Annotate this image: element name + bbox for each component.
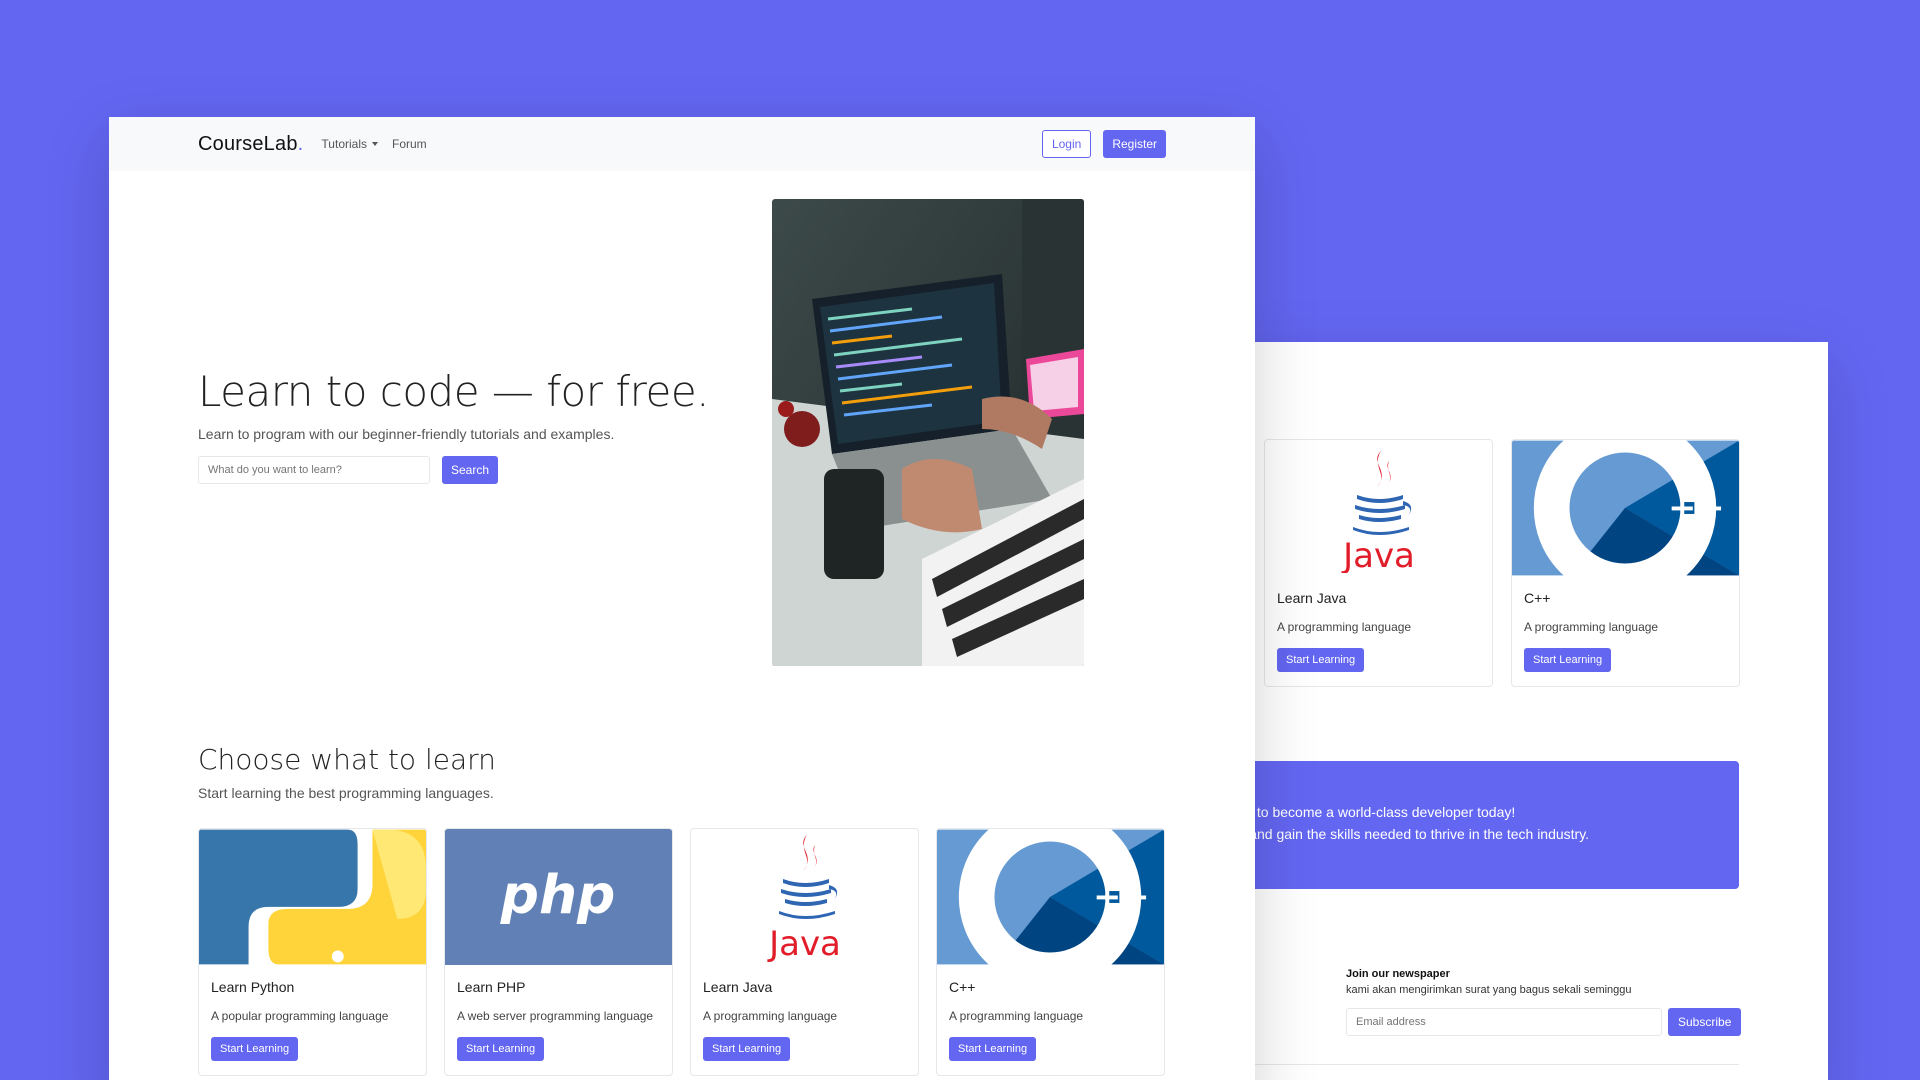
cpp-logo: ++: [1512, 440, 1739, 576]
card-description: A programming language: [1524, 620, 1659, 634]
brand-dot: .: [297, 132, 304, 155]
newsletter-title: Join our newspaper: [1346, 968, 1450, 980]
course-card-cpp: ++ C++ A programming language Start Lear…: [936, 828, 1165, 1076]
brand-name: CourseLab: [198, 132, 298, 155]
footer-divider: [1230, 1064, 1739, 1065]
java-logo: Java: [691, 829, 918, 965]
php-logo: php: [445, 829, 672, 965]
course-card-java: Java Learn Java A programming language S…: [690, 828, 919, 1076]
start-learning-button[interactable]: Start Learning: [703, 1037, 791, 1061]
svg-text:++: ++: [1668, 488, 1724, 527]
card-title: C++: [1524, 590, 1551, 606]
courses-title: Choose what to learn: [198, 743, 496, 776]
php-logo-text: php: [500, 863, 616, 926]
caret-down-icon: [372, 142, 378, 146]
course-card-php: php Learn PHP A web server programming l…: [444, 828, 673, 1076]
card-title: Learn PHP: [457, 979, 526, 995]
card-title: Learn Java: [1277, 590, 1347, 606]
newsletter-subtitle: kami akan mengirimkan surat yang bagus s…: [1346, 984, 1632, 996]
search-input[interactable]: [198, 456, 430, 484]
card-description: A popular programming language: [211, 1009, 389, 1023]
java-logo-text: Java: [767, 924, 841, 964]
nav-tutorials-label: Tutorials: [321, 137, 367, 151]
card-description: A programming language: [703, 1009, 838, 1023]
hero-title: Learn to code — for free.: [198, 367, 710, 416]
course-card-cpp-back: ++ C++ A programming language Start Lear…: [1511, 439, 1740, 687]
front-page-window: CourseLab. Tutorials Forum Login Registe…: [109, 117, 1255, 1080]
hero-subtitle: Learn to program with our beginner-frien…: [198, 426, 615, 442]
banner-line-1: urney to become a world-class developer …: [1230, 804, 1516, 820]
login-button[interactable]: Login: [1041, 130, 1092, 158]
course-card-java-back: Java Learn Java A programming language S…: [1264, 439, 1493, 687]
register-button[interactable]: Register: [1103, 130, 1166, 158]
course-cards: Learn Python A popular programming langu…: [198, 828, 1165, 1076]
cpp-logo: ++: [937, 829, 1164, 965]
search-button[interactable]: Search: [442, 456, 499, 484]
start-learning-button[interactable]: Start Learning: [1277, 648, 1365, 672]
email-input[interactable]: [1346, 1008, 1662, 1036]
nav-forum[interactable]: Forum: [392, 137, 427, 151]
hero-section: Learn to code — for free. Learn to progr…: [198, 367, 718, 484]
start-learning-button[interactable]: Start Learning: [949, 1037, 1037, 1061]
brand-logo[interactable]: CourseLab.: [198, 133, 303, 156]
card-description: A programming language: [949, 1009, 1084, 1023]
card-title: Learn Python: [211, 979, 295, 995]
java-logo: Java: [1265, 440, 1492, 576]
start-learning-button[interactable]: Start Learning: [1524, 648, 1612, 672]
hero-photo-laptop: [772, 199, 1084, 666]
course-card-python: Learn Python A popular programming langu…: [198, 828, 427, 1076]
start-learning-button[interactable]: Start Learning: [211, 1037, 299, 1061]
start-learning-button[interactable]: Start Learning: [457, 1037, 545, 1061]
newsletter-section: Join our newspaper kami akan mengirimkan…: [1346, 968, 1746, 1036]
banner-line-2: ers, and gain the skills needed to thriv…: [1230, 826, 1590, 842]
svg-text:++: ++: [1093, 877, 1149, 916]
nav-tutorials-dropdown[interactable]: Tutorials: [321, 137, 378, 151]
back-page-window: Java Learn Java A programming language S…: [1230, 342, 1828, 1080]
navbar: CourseLab. Tutorials Forum Login Registe…: [109, 117, 1255, 171]
card-description: A programming language: [1277, 620, 1412, 634]
card-description: A web server programming language: [457, 1009, 654, 1023]
python-logo: [199, 829, 426, 965]
courses-subtitle: Start learning the best programming lang…: [198, 785, 494, 801]
java-logo-text: Java: [1341, 536, 1415, 573]
card-title: C++: [949, 979, 976, 995]
card-title: Learn Java: [703, 979, 773, 995]
cta-banner: urney to become a world-class developer …: [1230, 761, 1739, 889]
subscribe-button[interactable]: Subscribe: [1668, 1008, 1742, 1036]
